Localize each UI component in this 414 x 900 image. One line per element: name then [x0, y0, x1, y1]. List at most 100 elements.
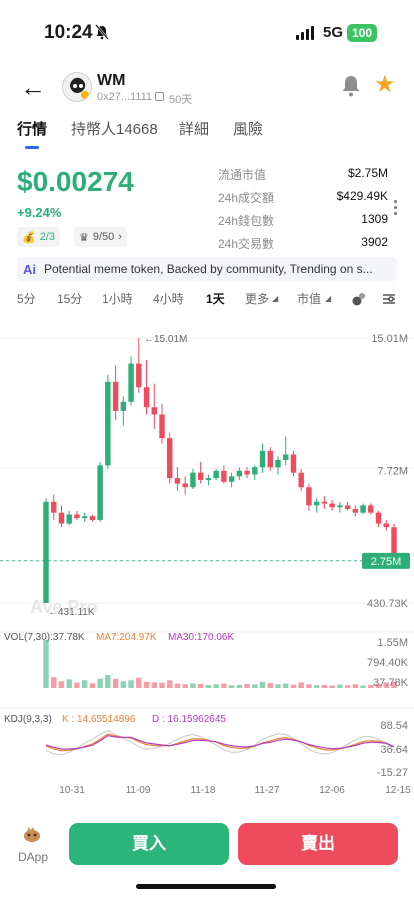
candle-body	[51, 501, 57, 513]
candle-body	[112, 381, 119, 411]
market-cap-toggle[interactable]: 市值	[297, 290, 321, 307]
volume-bar	[290, 684, 297, 688]
candle-body	[298, 472, 304, 488]
volume-bar	[81, 680, 88, 688]
volume-bar	[337, 684, 343, 688]
candle-body	[344, 505, 351, 510]
price-chart[interactable]: 15.01M 7.72M 430.73K Ave Pro ←15.01M ←431.11K…	[0, 318, 414, 808]
volume-bar	[151, 682, 157, 688]
chart-canvas[interactable]: 15.01M7.72M430.73KAve Pro←15.01M←431.11K…	[0, 318, 414, 808]
kdj-axis-label: 88.54	[380, 720, 408, 732]
volume-bar	[236, 684, 243, 688]
home-indicator	[136, 884, 276, 889]
stat-label-txns: 24h交易數	[218, 237, 275, 251]
bell-off-icon	[95, 24, 109, 40]
ai-badge: Ai	[23, 261, 36, 277]
volume-bar	[213, 684, 219, 688]
volume-bar	[221, 683, 227, 688]
x-axis-label: 12-06	[319, 785, 345, 796]
volume-legend-ma7: MA7:204.97K	[96, 632, 157, 643]
current-price-label: 2.75M	[371, 556, 402, 568]
top-holders-chip[interactable]: ♛ 9/50 ›	[74, 227, 127, 247]
volume-bar	[321, 684, 328, 688]
volume-bar	[58, 681, 65, 688]
tab-details[interactable]: 詳細	[179, 118, 209, 139]
volume-bar	[190, 683, 196, 688]
candle-body	[190, 472, 196, 488]
high-marker: ←15.01M	[144, 334, 187, 345]
buy-button[interactable]: 買入	[69, 823, 229, 865]
volume-bar	[275, 684, 281, 688]
candle-body	[197, 472, 204, 480]
token-avatar	[62, 72, 92, 102]
chart-settings-icon[interactable]	[381, 291, 397, 307]
copy-icon[interactable]	[155, 92, 164, 101]
volume-bar	[143, 681, 150, 688]
volume-bar	[182, 684, 188, 688]
candle-body	[136, 363, 142, 388]
candle-body	[143, 387, 150, 408]
more-vertical-icon[interactable]	[394, 200, 397, 215]
stat-label-wallets: 24h錢包數	[218, 214, 275, 228]
timeframe-4h[interactable]: 4小時	[153, 290, 184, 307]
active-tab-indicator	[25, 146, 39, 149]
status-time: 10:24	[44, 22, 93, 43]
volume-bar	[74, 682, 80, 688]
dapp-icon[interactable]	[23, 825, 41, 843]
contract-address[interactable]: 0x27...1111	[97, 91, 152, 103]
candle-body	[275, 459, 281, 468]
stat-label-market-cap: 流通市值	[218, 168, 267, 182]
candle-body	[352, 509, 359, 513]
volume-bar	[89, 683, 96, 688]
token-age: 50天	[169, 94, 193, 106]
price-alert-bell-icon[interactable]	[340, 74, 362, 98]
ai-summary-bar[interactable]: Ai Potential meme token, Backed by commu…	[17, 257, 397, 281]
sell-button[interactable]: 賣出	[238, 823, 398, 865]
crown-icon: ♛	[79, 231, 89, 244]
dev-holdings-chip[interactable]: 💰 2/3	[17, 227, 60, 247]
stat-value-volume: $429.49K	[336, 189, 388, 203]
kdj-legend-d: D : 16.15962645	[152, 714, 226, 725]
battery-indicator: 100	[347, 24, 377, 42]
volume-bar	[259, 681, 266, 688]
volume-bar	[159, 682, 165, 688]
candle-body	[252, 467, 258, 475]
favorite-star-icon[interactable]: ★	[374, 70, 396, 99]
price-axis-label: 430.73K	[367, 598, 409, 610]
top-holders-count: 9/50	[92, 231, 115, 243]
volume-bar	[66, 679, 72, 688]
candle-body	[321, 501, 328, 504]
tab-holders[interactable]: 持幣人14668	[71, 118, 158, 139]
timeframe-1h[interactable]: 1小時	[102, 290, 133, 307]
candle-body	[306, 487, 312, 506]
volume-bar	[298, 682, 304, 688]
candle-body	[228, 476, 235, 482]
volume-axis-label: 37.78K	[373, 677, 409, 689]
tab-risk[interactable]: 風險	[233, 118, 263, 139]
dapp-label[interactable]: DApp	[18, 850, 48, 864]
timeframe-15m[interactable]: 15分	[57, 290, 82, 307]
back-arrow-icon[interactable]: ←	[20, 74, 46, 100]
volume-axis-label: 1.55M	[377, 637, 408, 649]
timeframe-1d[interactable]: 1天	[206, 290, 225, 307]
candle-body	[375, 512, 382, 524]
detail-tabs: 行情 持幣人14668 詳細 風險	[0, 118, 414, 154]
low-marker: ←431.11K	[48, 607, 95, 618]
volume-bar	[344, 685, 351, 688]
timeframe-more[interactable]: 更多	[245, 290, 269, 307]
candle-body	[66, 514, 72, 524]
timeframe-5m[interactable]: 5分	[17, 290, 36, 307]
candle-body	[120, 401, 127, 411]
candle-body	[205, 478, 212, 480]
candle-body	[213, 470, 219, 479]
stat-label-volume: 24h成交額	[218, 191, 275, 205]
indicator-icon[interactable]	[351, 291, 367, 307]
volume-bar	[197, 683, 204, 688]
kdj-legend-k: K : 14.65514896	[62, 714, 136, 725]
candle-body	[221, 470, 227, 482]
candle-body	[105, 381, 111, 466]
volume-bar	[228, 685, 235, 688]
volume-bar	[329, 685, 335, 688]
volume-bar	[97, 678, 103, 688]
tab-market[interactable]: 行情	[17, 118, 47, 139]
